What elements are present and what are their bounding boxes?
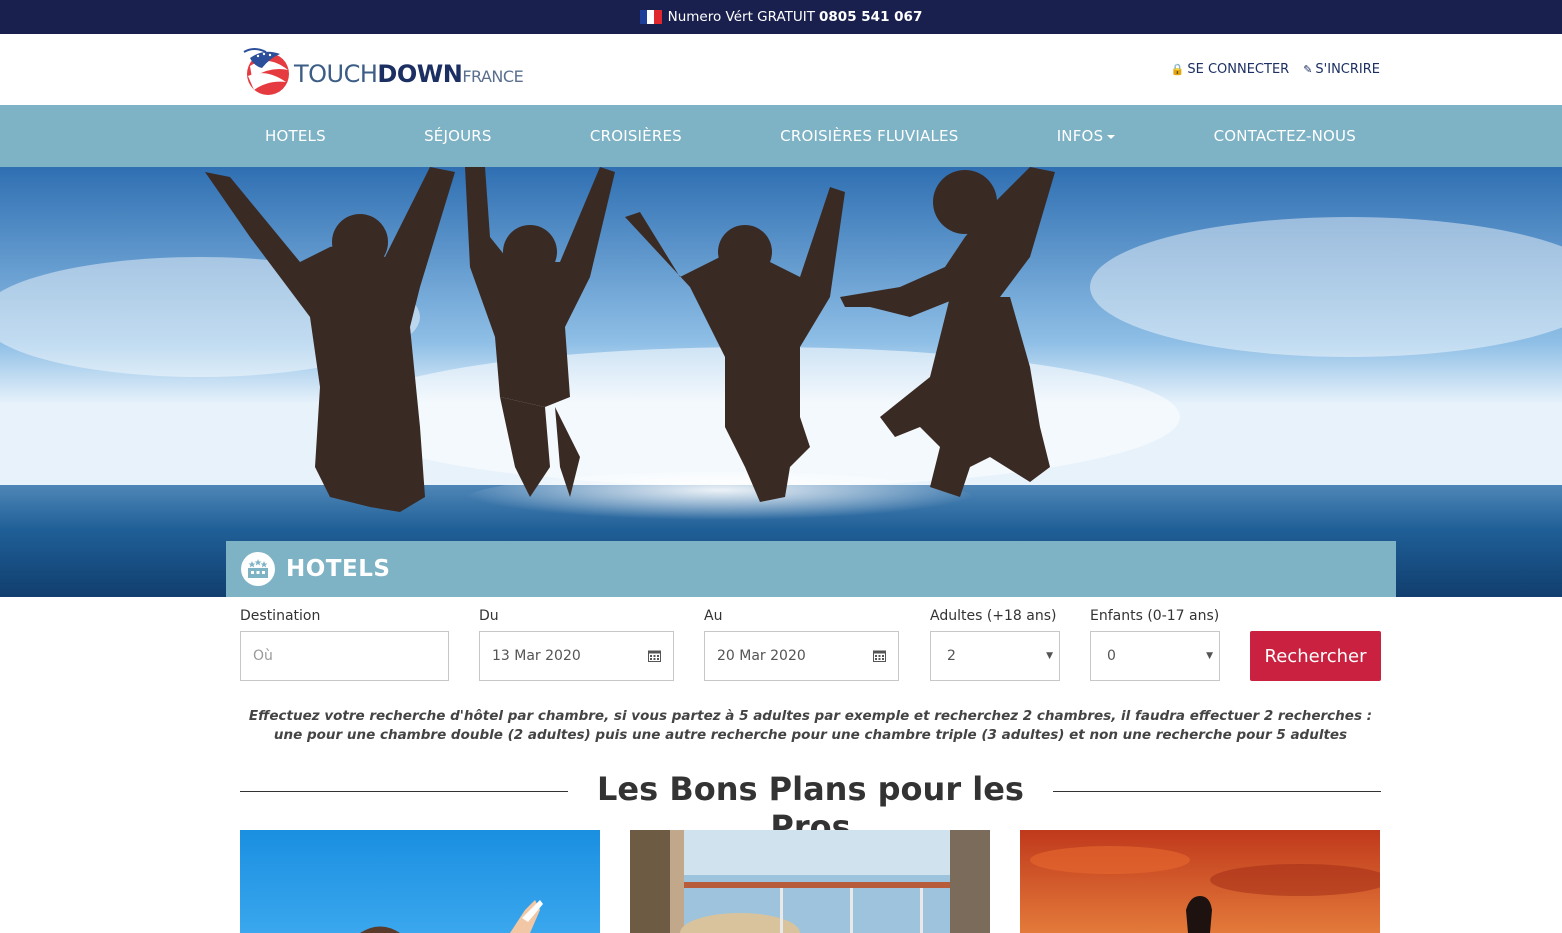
logo-globe-icon: [243, 48, 289, 95]
login-link[interactable]: 🔒 SE CONNECTER: [1171, 62, 1290, 77]
deal-card-1-image: [240, 830, 600, 933]
hotel-building-icon: [241, 552, 275, 586]
logo-wordmark: TOUCHDOWNFRANCE: [294, 60, 524, 88]
destination-label: Destination: [240, 608, 321, 624]
nav-item-sejours[interactable]: SÉJOURS: [424, 127, 492, 145]
logo-word-down: DOWN: [377, 60, 463, 88]
adults-label: Adultes (+18 ans): [930, 608, 1057, 624]
calendar-icon: [648, 650, 661, 662]
section-divider-left: [240, 791, 568, 792]
checkin-date-field[interactable]: 13 Mar 2020: [479, 631, 674, 681]
children-select[interactable]: 0 ▼: [1090, 631, 1220, 681]
deal-card-1[interactable]: [240, 830, 600, 933]
nav-item-croisieres-fluviales[interactable]: CROISIÈRES FLUVIALES: [780, 127, 958, 145]
deal-card-3[interactable]: [1020, 830, 1380, 933]
panel-title: HOTELS: [286, 556, 391, 582]
hotels-panel-header: HOTELS: [226, 541, 1396, 597]
destination-placeholder: Où: [253, 648, 273, 664]
site-logo[interactable]: TOUCHDOWNFRANCE: [240, 44, 524, 96]
checkin-label: Du: [479, 608, 499, 624]
site-header: TOUCHDOWNFRANCE 🔒 SE CONNECTER ✎ S'INCRIRE: [0, 34, 1562, 105]
main-navigation: HOTELS SÉJOURS CROISIÈRES CROISIÈRES FLU…: [0, 105, 1562, 167]
logo-word-france: FRANCE: [462, 67, 524, 86]
search-note: Effectuez votre recherche d'hôtel par ch…: [248, 708, 1373, 743]
children-value: 0: [1107, 648, 1116, 664]
nav-item-croisieres[interactable]: CROISIÈRES: [590, 127, 682, 145]
dropdown-arrow-icon: ▼: [1046, 651, 1053, 661]
signup-link[interactable]: ✎ S'INCRIRE: [1303, 62, 1380, 77]
pencil-icon: ✎: [1303, 63, 1313, 76]
logo-word-touch: TOUCH: [294, 60, 378, 88]
free-number-label: Numero Vért GRATUIT: [667, 9, 816, 25]
hero-image: [0, 167, 1562, 597]
calendar-icon: [873, 650, 886, 662]
nav-item-hotels[interactable]: HOTELS: [265, 127, 326, 145]
nav-item-infos-label: INFOS: [1056, 127, 1104, 145]
nav-item-infos[interactable]: INFOS: [1057, 127, 1116, 145]
deal-card-2[interactable]: [630, 830, 990, 933]
caret-down-icon: [1107, 134, 1116, 139]
signup-label: S'INCRIRE: [1315, 62, 1380, 77]
france-flag-icon: [639, 10, 662, 24]
lock-icon: 🔒: [1170, 63, 1185, 76]
top-info-bar: Numero Vért GRATUIT 0805 541 067: [0, 0, 1562, 34]
checkout-date-value: 20 Mar 2020: [717, 648, 806, 664]
search-button[interactable]: Rechercher: [1250, 631, 1381, 681]
deal-card-2-image: [630, 830, 990, 933]
section-divider-right: [1053, 791, 1381, 792]
adults-select[interactable]: 2 ▼: [930, 631, 1060, 681]
deal-card-3-image: [1020, 830, 1380, 933]
auth-links: 🔒 SE CONNECTER ✎ S'INCRIRE: [1171, 62, 1380, 77]
nav-item-contact[interactable]: CONTACTEZ-NOUS: [1214, 127, 1356, 145]
login-label: SE CONNECTER: [1187, 62, 1290, 77]
checkout-date-field[interactable]: 20 Mar 2020: [704, 631, 899, 681]
checkin-date-value: 13 Mar 2020: [492, 648, 581, 664]
children-label: Enfants (0-17 ans): [1090, 608, 1220, 624]
destination-input[interactable]: Où: [240, 631, 449, 681]
checkout-label: Au: [704, 608, 723, 624]
free-phone-number[interactable]: 0805 541 067: [819, 9, 922, 25]
adults-value: 2: [947, 648, 956, 664]
dropdown-arrow-icon: ▼: [1206, 651, 1213, 661]
